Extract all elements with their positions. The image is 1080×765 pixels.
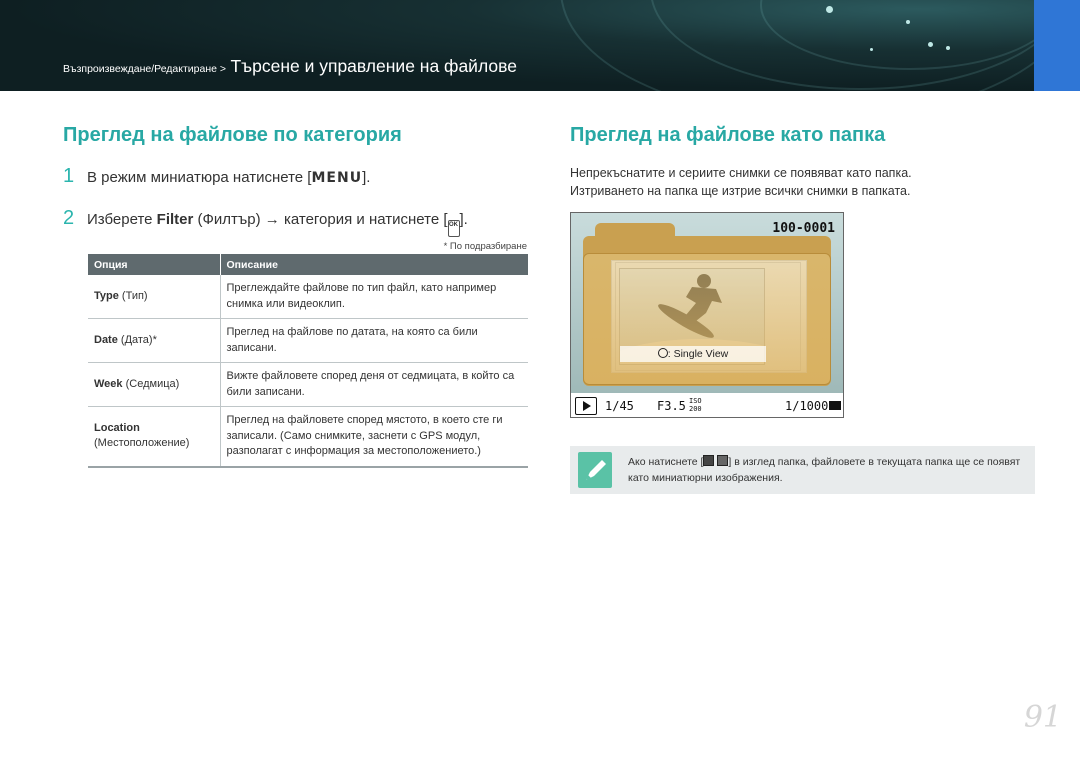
single-view-text: : Single View (667, 348, 729, 360)
decorative-spark (826, 6, 833, 13)
table-header-row: Опция Описание (88, 254, 528, 275)
filter-label: Filter (156, 211, 194, 228)
note-box: Ако натиснете [ ] в изглед папка, файлов… (570, 446, 1035, 494)
page-number: 91 (1023, 700, 1062, 735)
camera-screen: : Single View 100-0001 1/45 F3.5 ISO 200… (570, 212, 844, 418)
ok-key-icon: OK (447, 220, 460, 237)
table-row: Date (Дата)* Преглед на файлове по датат… (88, 318, 528, 363)
table-row: Type (Тип) Преглеждайте файлове по тип ф… (88, 275, 528, 319)
step-text: (Филтър) → категория и натиснете [ (193, 211, 448, 228)
menu-key-icon: MENU (311, 170, 363, 186)
battery-icon (829, 401, 841, 410)
table-row: Week (Седмица) Вижте файловете според де… (88, 362, 528, 407)
breadcrumb-section: Възпроизвеждане/Редактиране > (63, 63, 227, 75)
step-1: 1 В режим миниатюра натиснете [MENU]. (63, 165, 370, 188)
shutter-speed: 1/45 (605, 399, 634, 413)
step-text-end: ]. (459, 211, 468, 228)
option-name: Date (94, 333, 118, 346)
header-banner: Възпроизвеждане/Редактиране > Търсене и … (0, 0, 1080, 91)
lcd-background: : Single View 100-0001 (571, 213, 843, 393)
ok-button-icon (657, 348, 668, 358)
option-name-translation: (Седмица) (122, 377, 180, 390)
description-cell: Преглеждайте файлове по тип файл, като н… (220, 275, 528, 319)
option-name-translation: (Местоположение) (94, 437, 190, 450)
decorative-spark (870, 48, 873, 51)
description-cell: Вижте файловете според деня от седмицата… (220, 362, 528, 407)
option-name: Type (94, 289, 119, 302)
pencil-icon (586, 460, 606, 480)
single-view-label: : Single View (620, 346, 766, 362)
step-number: 1 (63, 165, 75, 187)
step-2: 2 Изберете Filter (Филтър) → категория и … (63, 207, 468, 237)
intro-line: Изтриването на папка ще изтрие всички сн… (570, 184, 911, 198)
option-name: Location (94, 421, 140, 434)
zoom-out-icon (717, 455, 729, 466)
table-row: Location (Местоположение) Преглед на файл… (88, 406, 528, 468)
option-name-translation: (Дата)* (117, 333, 157, 346)
step-text: Изберете (87, 211, 157, 228)
chapter-tab (1034, 0, 1080, 91)
option-cell: Type (Тип) (88, 275, 221, 319)
thumbnail-view-icon (703, 455, 715, 466)
step-number: 2 (63, 207, 75, 229)
breadcrumb: Възпроизвеждане/Редактиране > Търсене и … (63, 56, 517, 77)
step-text-end: ]. (362, 169, 371, 186)
decorative-spark (946, 46, 950, 50)
folder-intro: Непрекъснатите и сериите снимки се появя… (570, 164, 1010, 200)
aperture: F3.5 (657, 399, 686, 413)
description-cell: Преглед на файлове по датата, на която с… (220, 318, 528, 363)
intro-line: Непрекъснатите и сериите снимки се появя… (570, 166, 912, 180)
folder-front (583, 253, 831, 385)
table-header-option: Опция (88, 254, 221, 275)
option-cell: Week (Седмица) (88, 362, 221, 407)
pencil-note-icon (578, 452, 612, 488)
note-text-start: Ако натиснете [ (628, 456, 704, 468)
decorative-spark (906, 20, 910, 24)
decorative-spark (928, 42, 933, 47)
note-text: Ако натиснете [ ] в изглед папка, файлов… (628, 454, 1028, 486)
option-name-translation: (Тип) (118, 289, 148, 302)
folder-number: 100-0001 (772, 221, 835, 236)
option-cell: Date (Дата)* (88, 318, 221, 363)
play-icon (575, 397, 597, 415)
camera-info-bar: 1/45 F3.5 ISO 200 1/1000 (571, 394, 843, 417)
description-cell: Преглед на файловете според мястото, в к… (220, 406, 528, 468)
option-cell: Location (Местоположение) (88, 406, 221, 468)
option-name: Week (94, 377, 123, 390)
breadcrumb-page: Търсене и управление на файлове (230, 56, 517, 76)
photo-counter: 1/1000 (785, 399, 829, 413)
iso-value: ISO 200 (689, 397, 702, 413)
options-table: Опция Описание Type (Тип) Преглеждайте ф… (88, 254, 528, 468)
step-text: В режим миниатюра натиснете [ (87, 169, 312, 186)
section-title-folder: Преглед на файлове като папка (570, 124, 886, 146)
section-title-category: Преглед на файлове по категория (63, 124, 402, 146)
default-note: * По подразбиране (443, 241, 527, 252)
table-header-description: Описание (220, 254, 528, 275)
